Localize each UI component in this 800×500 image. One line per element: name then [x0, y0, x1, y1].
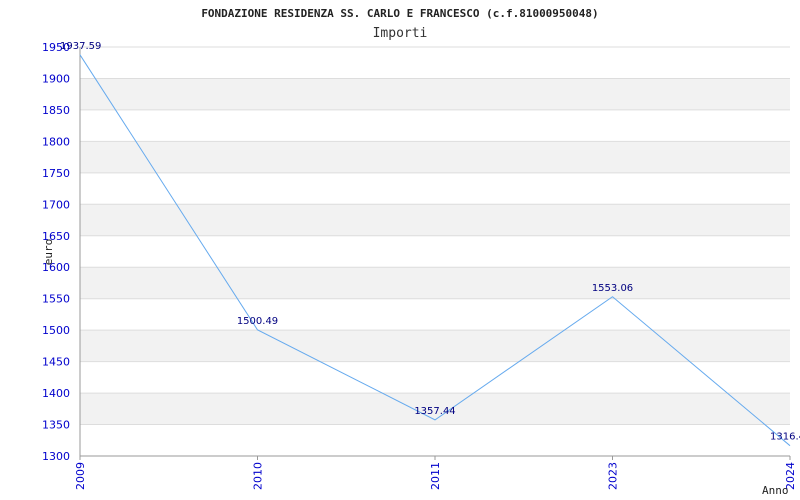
data-label: 1357.44 [414, 406, 455, 417]
grid-band [80, 172, 790, 205]
grid-band [80, 78, 790, 110]
grid-band [80, 361, 790, 394]
grid-band [80, 235, 790, 268]
data-label: 1553.06 [592, 283, 633, 294]
grid-band [80, 424, 790, 456]
y-tick-label: 1700 [42, 198, 70, 211]
y-tick-label: 1550 [42, 293, 70, 306]
grid-band [80, 47, 790, 79]
data-label: 1500.49 [237, 316, 278, 327]
grid-band [80, 141, 790, 173]
y-tick-label: 1800 [42, 135, 70, 148]
line-chart: 1300135014001450150015501600165017001750… [42, 7, 800, 497]
y-tick-label: 1900 [42, 72, 70, 85]
y-tick-label: 1450 [42, 356, 70, 369]
x-axis-label: Anno [762, 484, 789, 497]
grid-band [80, 267, 790, 299]
grid-band [80, 109, 790, 142]
y-tick-label: 1750 [42, 167, 70, 180]
y-tick-label: 1300 [42, 450, 70, 463]
y-axis-label: euro [42, 239, 55, 266]
grid-bands [80, 47, 790, 456]
chart-subtitle: Importi [373, 26, 428, 41]
data-label: 1316.4 [770, 432, 800, 443]
y-tick-label: 1850 [42, 104, 70, 117]
x-tick-label: 2009 [74, 462, 87, 490]
x-tick-label: 2010 [252, 462, 265, 490]
y-tick-label: 1400 [42, 387, 70, 400]
x-axis-ticks: 2009 2010 2011 2023 2024 [74, 456, 797, 490]
chart-title: FONDAZIONE RESIDENZA SS. CARLO E FRANCES… [201, 7, 598, 20]
data-label: 1937.59 [60, 41, 101, 52]
x-tick-label: 2011 [429, 462, 442, 490]
x-tick-label: 2023 [607, 462, 620, 490]
y-tick-label: 1350 [42, 419, 70, 432]
y-tick-label: 1500 [42, 324, 70, 337]
grid-band [80, 298, 790, 331]
